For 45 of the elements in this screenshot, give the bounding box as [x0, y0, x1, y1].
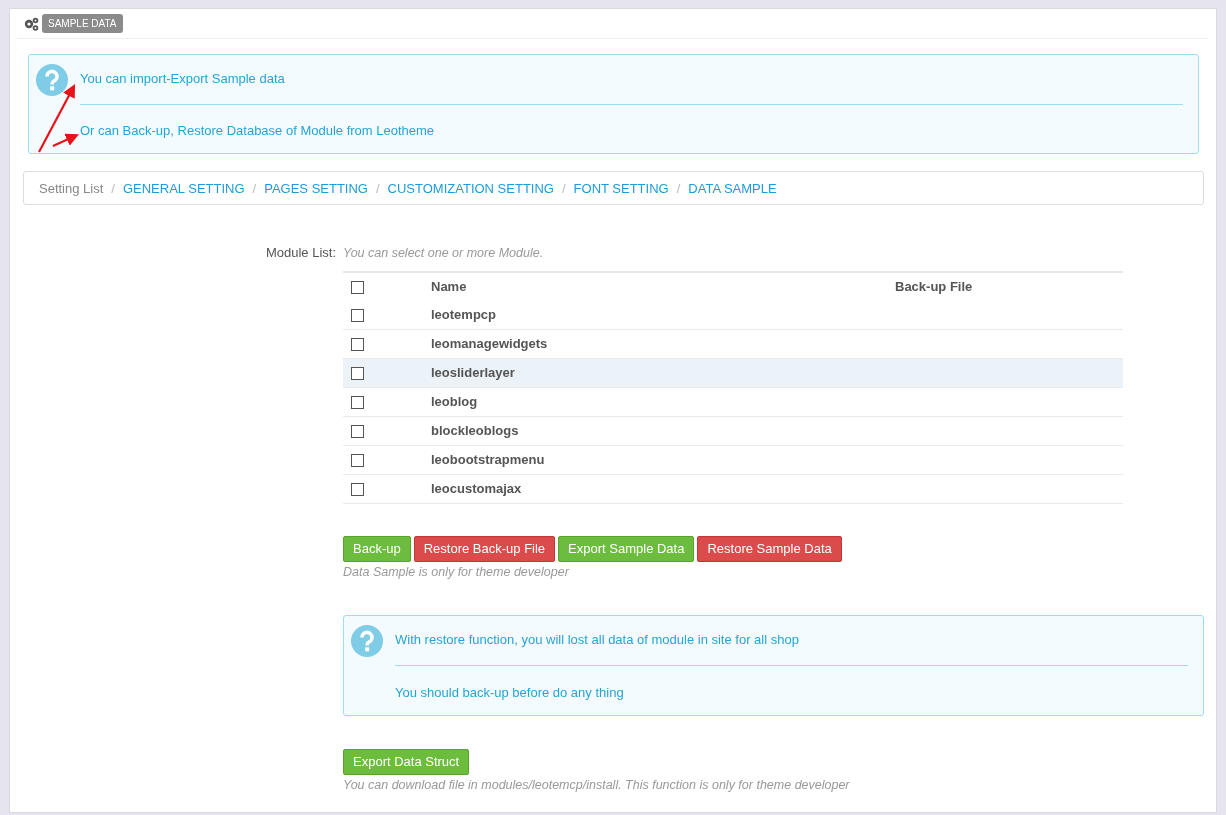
checkbox[interactable] [351, 366, 364, 380]
module-name: leobootstrapmenu [431, 452, 546, 468]
module-name: leosliderlayer [431, 365, 516, 381]
action-button[interactable]: Back-up [343, 536, 411, 562]
help-text: You can download file in modules/leotemcp/install. This function is only for theme developer [343, 777, 851, 793]
breadcrumb-link[interactable]: CUSTOMIZATION SETTING [387, 180, 554, 196]
breadcrumb-separator: / [252, 180, 257, 196]
panel-title: SAMPLE DATA [42, 14, 123, 33]
info-text: With restore function, you will lost all data of module in site for all shop [395, 632, 800, 648]
breadcrumb-link[interactable]: PAGES SETTING [264, 180, 368, 196]
help-icon [36, 64, 68, 96]
help-text: You can select one or more Module. [343, 245, 545, 261]
checkbox[interactable] [351, 482, 364, 496]
breadcrumb-text: Setting List [39, 180, 104, 196]
module-name: blockleoblogs [431, 423, 520, 439]
breadcrumb-link[interactable]: FONT SETTING [573, 180, 669, 196]
column-header: Back-up File [895, 279, 973, 295]
breadcrumb-separator: / [375, 180, 380, 196]
checkbox[interactable] [351, 308, 364, 322]
breadcrumb-separator: / [111, 180, 115, 196]
module-name: leomanagewidgets [431, 336, 549, 352]
action-button[interactable]: Restore Sample Data [697, 536, 842, 562]
help-text: Data Sample is only for theme developer [343, 564, 571, 580]
action-button[interactable]: Export Data Struct [343, 749, 470, 775]
help-icon [351, 625, 383, 657]
action-button[interactable]: Restore Back-up File [413, 536, 556, 562]
checkbox[interactable] [351, 337, 364, 351]
action-button[interactable]: Export Sample Data [558, 536, 695, 562]
breadcrumb-separator: / [561, 180, 566, 196]
breadcrumb-link[interactable]: GENERAL SETTING [122, 180, 245, 196]
info-text: You can import-Export Sample data [80, 71, 286, 87]
info-text: Or can Back-up, Restore Database of Module from Leotheme [80, 123, 436, 139]
checkbox[interactable] [351, 424, 364, 438]
info-text: You should back-up before do any thing [395, 685, 625, 701]
module-name: leoblog [431, 394, 479, 410]
gears-icon [23, 16, 39, 31]
checkbox[interactable] [351, 453, 364, 467]
breadcrumb-link[interactable]: DATA SAMPLE [688, 180, 777, 196]
checkbox[interactable] [351, 395, 364, 409]
module-name: leocustomajax [431, 481, 523, 497]
breadcrumb-separator: / [676, 180, 681, 196]
module-name: leotempcp [431, 307, 497, 323]
checkbox[interactable] [351, 280, 364, 294]
column-header: Name [431, 279, 468, 295]
field-label: Module List: [264, 244, 337, 262]
